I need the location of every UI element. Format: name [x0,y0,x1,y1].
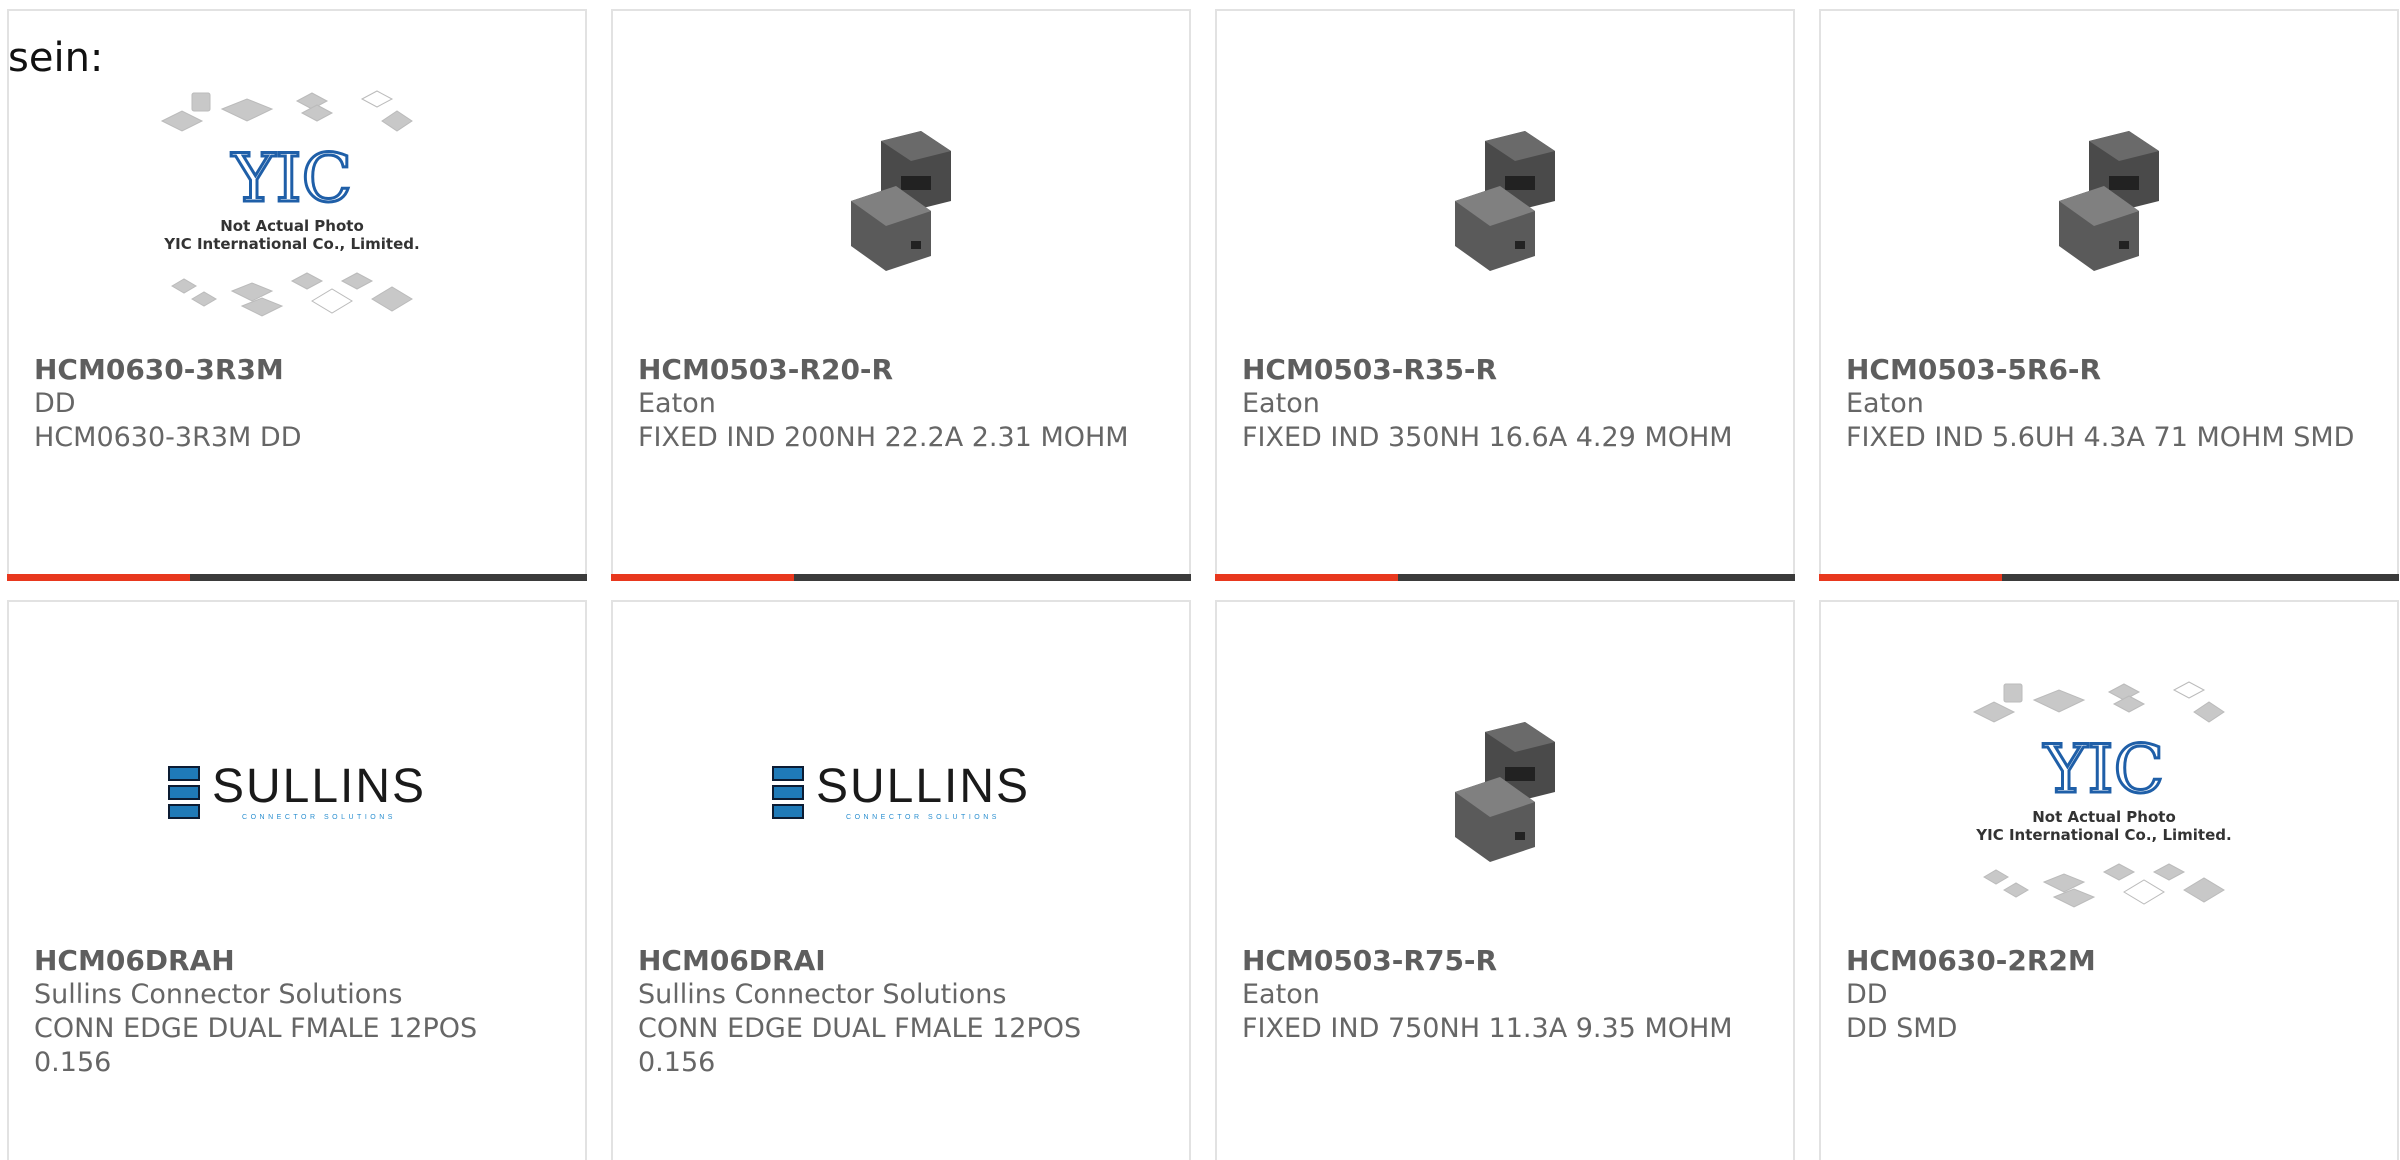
sullins-logo-tagline: CONNECTOR SOLUTIONS [242,814,396,821]
overlay-text: sein: [8,35,104,81]
product-card[interactable]: SULLINS CONNECTOR SOLUTIONS HCM06DRAI Su… [611,600,1191,1160]
product-image[interactable] [1217,51,1793,351]
description: CONN EDGE DUAL FMALE 12POS 0.156 [34,1013,478,1078]
product-card[interactable]: HCM0503-5R6-R Eaton FIXED IND 5.6UH 4.3A… [1819,9,2399,581]
manufacturer: Sullins Connector Solutions [638,979,1007,1010]
description: DD SMD [1846,1013,1958,1044]
product-card[interactable]: HCM0503-R75-R Eaton FIXED IND 750NH 11.3… [1215,600,1795,1160]
product-info: HCM06DRAH Sullins Connector Solutions CO… [34,944,545,1080]
card-bar-accent [611,574,794,581]
card-bar [1819,574,2399,581]
card-bar-accent [1819,574,2002,581]
product-image[interactable] [1217,642,1793,942]
product-card[interactable]: YIC Not Actual Photo YIC International C… [7,9,587,581]
card-bar-accent [7,574,190,581]
description: FIXED IND 200NH 22.2A 2.31 MOHM [638,422,1129,453]
description: FIXED IND 350NH 16.6A 4.29 MOHM [1242,422,1733,453]
card-bar-accent [1215,574,1398,581]
part-number[interactable]: HCM0630-2R2M [1846,944,2357,978]
part-number[interactable]: HCM06DRAI [638,944,1149,978]
sullins-logo-name: SULLINS [815,760,1031,813]
description: FIXED IND 5.6UH 4.3A 71 MOHM SMD [1846,422,2355,453]
inductor-photo-image [851,131,951,271]
product-image[interactable]: SULLINS CONNECTOR SOLUTIONS [613,642,1189,942]
manufacturer: Eaton [1242,388,1320,419]
part-number[interactable]: HCM0503-R35-R [1242,353,1753,387]
product-info: HCM0630-2R2M DD DD SMD [1846,944,2357,1046]
product-info: HCM0503-5R6-R Eaton FIXED IND 5.6UH 4.3A… [1846,353,2357,455]
manufacturer: Eaton [1242,979,1320,1010]
product-image[interactable]: YIC Not Actual Photo YIC International C… [1821,642,2397,942]
part-number[interactable]: HCM0503-R75-R [1242,944,1753,978]
product-info: HCM0503-R35-R Eaton FIXED IND 350NH 16.6… [1242,353,1753,455]
inductor-photo-image [1455,722,1555,862]
yic-placeholder-image: YIC Not Actual Photo YIC International C… [160,90,420,317]
product-image[interactable]: SULLINS CONNECTOR SOLUTIONS [9,642,585,942]
product-info: HCM0630-3R3M DD HCM0630-3R3M DD [34,353,545,455]
product-info: HCM06DRAI Sullins Connector Solutions CO… [638,944,1149,1080]
card-bar [611,574,1191,581]
inductor-photo-image [2059,131,2159,271]
product-image[interactable]: YIC Not Actual Photo YIC International C… [9,51,585,351]
part-number[interactable]: HCM0503-R20-R [638,353,1149,387]
part-number[interactable]: HCM0630-3R3M [34,353,545,387]
manufacturer: Eaton [1846,388,1924,419]
description: HCM0630-3R3M DD [34,422,302,453]
sullins-logo: SULLINS CONNECTOR SOLUTIONS [771,760,1031,821]
description: CONN EDGE DUAL FMALE 12POS 0.156 [638,1013,1082,1078]
sullins-logo-icon [167,765,200,819]
product-card[interactable]: HCM0503-R20-R Eaton FIXED IND 200NH 22.2… [611,9,1191,581]
manufacturer: Eaton [638,388,716,419]
inductor-photo-image [1455,131,1555,271]
svg-text:YIC: YIC [231,140,352,217]
product-card[interactable]: YIC Not Actual Photo YIC International C… [1819,600,2399,1160]
product-info: HCM0503-R20-R Eaton FIXED IND 200NH 22.2… [638,353,1149,455]
yic-placeholder-image: YIC Not Actual Photo YIC International C… [1972,681,2232,908]
manufacturer: Sullins Connector Solutions [34,979,403,1010]
product-info: HCM0503-R75-R Eaton FIXED IND 750NH 11.3… [1242,944,1753,1046]
svg-text:Not Actual Photo: Not Actual Photo [220,217,364,235]
part-number[interactable]: HCM06DRAH [34,944,545,978]
manufacturer: DD [1846,979,1888,1010]
description: FIXED IND 750NH 11.3A 9.35 MOHM [1242,1013,1733,1044]
sullins-logo-tagline: CONNECTOR SOLUTIONS [846,814,1000,821]
sullins-logo-name: SULLINS [211,760,427,813]
product-card[interactable]: SULLINS CONNECTOR SOLUTIONS HCM06DRAH Su… [7,600,587,1160]
svg-text:YIC International Co., Limited: YIC International Co., Limited. [163,235,419,253]
svg-text:Not Actual Photo: Not Actual Photo [2032,808,2176,826]
card-bar [1215,574,1795,581]
product-image[interactable] [1821,51,2397,351]
sullins-logo: SULLINS CONNECTOR SOLUTIONS [167,760,427,821]
svg-text:YIC: YIC [2043,731,2164,808]
part-number[interactable]: HCM0503-5R6-R [1846,353,2357,387]
sullins-logo-icon [771,765,804,819]
card-bar [7,574,587,581]
product-card[interactable]: HCM0503-R35-R Eaton FIXED IND 350NH 16.6… [1215,9,1795,581]
manufacturer: DD [34,388,76,419]
product-image[interactable] [613,51,1189,351]
svg-text:YIC International Co., Limited: YIC International Co., Limited. [1975,826,2231,844]
